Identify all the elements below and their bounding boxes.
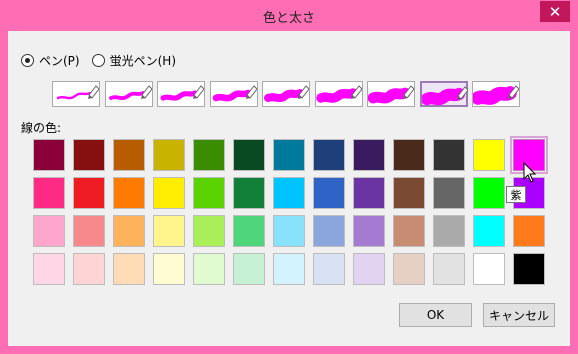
window-title: 色と太さ bbox=[262, 11, 315, 26]
pen-thickness-option[interactable] bbox=[104, 81, 153, 107]
color-swatch[interactable] bbox=[513, 215, 545, 247]
color-swatch[interactable] bbox=[313, 215, 345, 247]
color-swatch[interactable] bbox=[113, 139, 145, 171]
highlighter-radio[interactable]: 蛍光ペン(H) bbox=[91, 52, 176, 69]
color-swatch[interactable] bbox=[433, 215, 465, 247]
color-swatch[interactable] bbox=[153, 253, 185, 285]
color-swatch[interactable] bbox=[313, 253, 345, 285]
color-swatch[interactable] bbox=[393, 215, 425, 247]
pen-thickness-option[interactable] bbox=[367, 81, 415, 107]
color-swatch[interactable] bbox=[273, 253, 305, 285]
color-swatch[interactable] bbox=[433, 139, 465, 171]
color-swatch[interactable] bbox=[433, 253, 465, 285]
color-swatch[interactable] bbox=[113, 177, 145, 209]
ok-button[interactable]: OK bbox=[399, 303, 472, 327]
color-swatch[interactable] bbox=[233, 139, 265, 171]
pen-thickness-list bbox=[52, 81, 525, 107]
color-swatch[interactable] bbox=[273, 215, 305, 247]
pen-radio-label: ペン(P) bbox=[39, 54, 80, 68]
close-button[interactable]: ✕ bbox=[540, 1, 570, 22]
color-swatch[interactable] bbox=[313, 177, 345, 209]
color-swatch[interactable] bbox=[353, 253, 385, 285]
pen-stroke-icon bbox=[212, 85, 257, 102]
color-swatch[interactable] bbox=[473, 177, 505, 209]
mode-radio-group: ペン(P) 蛍光ペン(H) bbox=[21, 52, 188, 69]
mouse-cursor-icon bbox=[523, 162, 537, 183]
pen-thickness-option[interactable] bbox=[472, 81, 520, 107]
pen-radio-indicator[interactable] bbox=[21, 54, 34, 67]
line-color-label: 線の色: bbox=[21, 121, 62, 135]
color-swatch[interactable] bbox=[393, 177, 425, 209]
color-tooltip: 紫 bbox=[506, 186, 526, 203]
color-swatch[interactable] bbox=[33, 177, 65, 209]
color-swatch[interactable] bbox=[153, 215, 185, 247]
color-swatch[interactable] bbox=[473, 253, 505, 285]
color-swatch[interactable] bbox=[233, 215, 265, 247]
pen-thickness-option[interactable] bbox=[262, 81, 310, 107]
color-swatch[interactable] bbox=[33, 139, 65, 171]
pen-thickness-option[interactable] bbox=[209, 81, 258, 107]
cancel-button[interactable]: キャンセル bbox=[483, 303, 555, 327]
color-swatch[interactable] bbox=[73, 139, 105, 171]
color-swatch[interactable] bbox=[193, 139, 225, 171]
color-swatch[interactable] bbox=[33, 215, 65, 247]
color-swatch[interactable] bbox=[313, 139, 345, 171]
color-swatch[interactable] bbox=[113, 253, 145, 285]
color-swatch[interactable] bbox=[73, 177, 105, 209]
pen-stroke-icon bbox=[421, 86, 468, 106]
highlighter-radio-label: 蛍光ペン(H) bbox=[109, 54, 176, 68]
pen-stroke-icon bbox=[368, 85, 414, 104]
pen-stroke-icon bbox=[160, 85, 204, 101]
color-swatch[interactable] bbox=[73, 253, 105, 285]
pen-stroke-icon bbox=[473, 85, 519, 105]
color-swatch[interactable] bbox=[273, 177, 305, 209]
title-bar: 色と太さ ✕ bbox=[0, 0, 578, 31]
color-swatch[interactable] bbox=[153, 177, 185, 209]
pen-thickness-option[interactable] bbox=[314, 81, 363, 107]
color-swatch[interactable] bbox=[73, 215, 105, 247]
color-swatch[interactable] bbox=[193, 177, 225, 209]
pen-stroke-icon bbox=[108, 85, 152, 100]
pen-stroke-icon bbox=[56, 85, 99, 100]
color-swatch[interactable] bbox=[33, 253, 65, 285]
pen-stroke-icon bbox=[315, 85, 362, 103]
color-swatch[interactable] bbox=[353, 215, 385, 247]
pen-thickness-option[interactable] bbox=[52, 81, 100, 107]
color-swatch[interactable] bbox=[273, 139, 305, 171]
color-swatch[interactable] bbox=[233, 253, 265, 285]
color-swatch[interactable] bbox=[393, 139, 425, 171]
color-swatch[interactable] bbox=[353, 139, 385, 171]
color-swatch[interactable] bbox=[513, 253, 545, 285]
color-swatch[interactable] bbox=[113, 215, 145, 247]
color-swatch[interactable] bbox=[153, 139, 185, 171]
pen-radio[interactable]: ペン(P) bbox=[21, 52, 80, 69]
close-icon: ✕ bbox=[548, 2, 562, 21]
pen-thickness-option[interactable] bbox=[157, 81, 205, 107]
color-swatch[interactable] bbox=[193, 253, 225, 285]
color-swatch[interactable] bbox=[433, 177, 465, 209]
color-swatch[interactable] bbox=[233, 177, 265, 209]
color-swatch[interactable] bbox=[353, 177, 385, 209]
pen-stroke-icon bbox=[264, 85, 309, 103]
color-swatch[interactable] bbox=[193, 215, 225, 247]
color-swatch[interactable] bbox=[393, 253, 425, 285]
color-swatch[interactable] bbox=[473, 215, 505, 247]
dialog-window: 色と太さ ✕ ペン(P) 蛍光ペン(H) 線の色: 紫 OK キャンセル bbox=[0, 0, 578, 354]
highlighter-radio-indicator[interactable] bbox=[91, 54, 105, 67]
color-swatch[interactable] bbox=[473, 139, 505, 171]
pen-thickness-option[interactable] bbox=[419, 81, 468, 107]
dialog-body: ペン(P) 蛍光ペン(H) 線の色: 紫 OK キャンセル bbox=[8, 31, 570, 346]
